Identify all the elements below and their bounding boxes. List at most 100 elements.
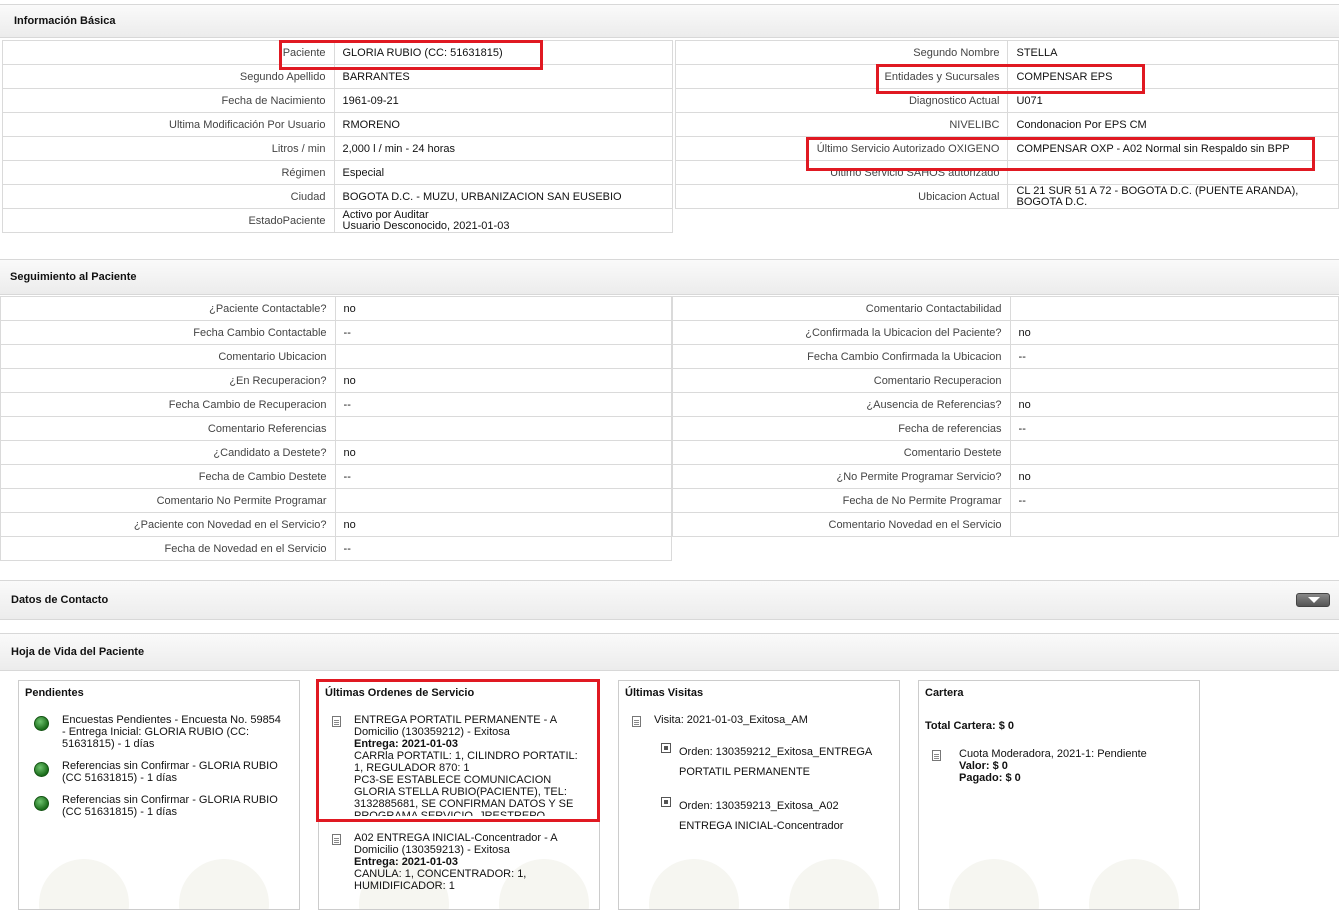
ciudad-label: Ciudad — [2, 184, 335, 209]
chevron-down-icon[interactable] — [1296, 593, 1330, 607]
table-row: ¿En Recuperacion? no — [0, 368, 673, 393]
comentario-ubicacion-label: Comentario Ubicacion — [0, 344, 336, 369]
pendientes-card: Pendientes Encuestas Pendientes - Encues… — [18, 680, 300, 910]
table-row: ¿No Permite Programar Servicio? no — [672, 464, 1339, 489]
comentario-recuperacion-value — [1009, 368, 1339, 393]
contactable-value: no — [334, 296, 673, 321]
table-row: NIVELIBC Condonacion Por EPS CM — [674, 112, 1339, 137]
destete-value: no — [334, 440, 673, 465]
visita-orden-item[interactable]: Orden: 130359212_Exitosa_ENTREGA PORTATI… — [679, 742, 872, 782]
datos-contacto-title: Datos de Contacto — [11, 594, 109, 606]
fecha-destete-label: Fecha de Cambio Destete — [0, 464, 336, 489]
litros-label: Litros / min — [2, 136, 335, 161]
estado-line-2: Usuario Desconocido, 2021-01-03 — [342, 219, 510, 232]
fecha-recuperacion-value: -- — [334, 392, 673, 417]
info-basica-header: Información Básica — [0, 4, 1339, 38]
table-row: Comentario No Permite Programar — [0, 488, 673, 513]
hoja-vida-title: Hoja de Vida del Paciente — [11, 646, 145, 658]
table-row: Fecha de No Permite Programar -- — [672, 488, 1339, 513]
ultima-modificacion-label: Ultima Modificación Por Usuario — [2, 112, 335, 137]
ciudad-value: BOGOTA D.C. - MUZU, URBANIZACION SAN EUS… — [333, 184, 673, 209]
fecha-confirmada-value: -- — [1009, 344, 1339, 369]
status-ok-icon — [34, 762, 49, 777]
comentario-recuperacion-label: Comentario Recuperacion — [672, 368, 1011, 393]
table-row: Fecha de Cambio Destete -- — [0, 464, 673, 489]
seguimiento-right-table: Comentario Contactabilidad ¿Confirmada l… — [672, 296, 1339, 537]
visitas-card: Últimas Visitas Visita: 2021-01-03_Exito… — [618, 680, 900, 910]
table-row: Ultimo Servicio SAHOS autorizado — [674, 160, 1339, 185]
table-row: ¿Paciente Contactable? no — [0, 296, 673, 321]
regimen-value: Especial — [333, 160, 673, 185]
table-row: Ciudad BOGOTA D.C. - MUZU, URBANIZACION S… — [2, 184, 673, 209]
paciente-value: GLORIA RUBIO (CC: 51631815) — [333, 40, 673, 65]
fecha-contactable-label: Fecha Cambio Contactable — [0, 320, 336, 345]
paciente-label: Paciente — [2, 40, 335, 65]
comentario-contactabilidad-label: Comentario Contactabilidad — [672, 296, 1011, 321]
servicio-sahos-value — [1007, 160, 1339, 185]
ubicacion-line-2: BOGOTA D.C. — [1016, 195, 1088, 208]
comentario-contactabilidad-value — [1009, 296, 1339, 321]
table-row: Fecha Cambio de Recuperacion -- — [0, 392, 673, 417]
visita-orden-item[interactable]: Orden: 130359213_Exitosa_A02 ENTREGA INI… — [679, 796, 843, 836]
orden-item[interactable]: ENTREGA PORTATIL PERMANENTE - A Domicili… — [354, 714, 578, 816]
segundo-apellido-label: Segundo Apellido — [2, 64, 335, 89]
table-row: Paciente GLORIA RUBIO (CC: 51631815) — [2, 40, 673, 65]
table-row: Comentario Destete — [672, 440, 1339, 465]
fecha-nacimiento-label: Fecha de Nacimiento — [2, 88, 335, 113]
visitas-title: Últimas Visitas — [625, 687, 704, 699]
table-row: Fecha Cambio Confirmada la Ubicacion -- — [672, 344, 1339, 369]
fecha-no-permite-label: Fecha de No Permite Programar — [672, 488, 1011, 513]
table-row: Fecha Cambio Contactable -- — [0, 320, 673, 345]
fecha-referencias-value: -- — [1009, 416, 1339, 441]
comentario-referencias-label: Comentario Referencias — [0, 416, 336, 441]
fecha-novedad-label: Fecha de Novedad en el Servicio — [0, 536, 336, 561]
servicio-oxigeno-label: Último Servicio Autorizado OXIGENO — [674, 136, 1009, 161]
info-basica-title: Información Básica — [14, 15, 116, 27]
seguimiento-title: Seguimiento al Paciente — [10, 271, 137, 283]
table-row: Fecha de Novedad en el Servicio -- — [0, 536, 673, 561]
cartera-item[interactable]: Cuota Moderadora, 2021-1: Pendiente Valo… — [959, 748, 1147, 784]
info-basica-left-table: Paciente GLORIA RUBIO (CC: 51631815) Segu… — [2, 40, 673, 233]
fecha-novedad-value: -- — [334, 536, 673, 561]
table-row: ¿Paciente con Novedad en el Servicio? no — [0, 512, 673, 537]
comentario-no-permite-label: Comentario No Permite Programar — [0, 488, 336, 513]
entidades-label: Entidades y Sucursales — [674, 64, 1009, 89]
document-icon — [932, 750, 941, 761]
table-row: Comentario Referencias — [0, 416, 673, 441]
table-row: Comentario Novedad en el Servicio — [672, 512, 1339, 537]
confirmada-ubicacion-label: ¿Confirmada la Ubicacion del Paciente? — [672, 320, 1011, 345]
table-row: Régimen Especial — [2, 160, 673, 185]
datos-contacto-header[interactable]: Datos de Contacto — [0, 580, 1339, 620]
table-row: Fecha de referencias -- — [672, 416, 1339, 441]
pendiente-item[interactable]: Referencias sin Confirmar - GLORIA RUBIO… — [62, 760, 278, 784]
destete-label: ¿Candidato a Destete? — [0, 440, 336, 465]
segundo-nombre-value: STELLA — [1007, 40, 1339, 65]
status-ok-icon — [34, 796, 49, 811]
confirmada-ubicacion-value: no — [1009, 320, 1339, 345]
ubicacion-label: Ubicacion Actual — [674, 184, 1009, 209]
table-row: Diagnostico Actual U071 — [674, 88, 1339, 113]
table-row: Entidades y Sucursales COMPENSAR EPS — [674, 64, 1339, 89]
recuperacion-value: no — [334, 368, 673, 393]
orden-item[interactable]: A02 ENTREGA INICIAL-Concentrador - A Dom… — [354, 832, 558, 892]
pendiente-item[interactable]: Encuestas Pendientes - Encuesta No. 5985… — [62, 714, 281, 750]
segundo-nombre-label: Segundo Nombre — [674, 40, 1009, 65]
recuperacion-label: ¿En Recuperacion? — [0, 368, 336, 393]
seguimiento-left-table: ¿Paciente Contactable? no Fecha Cambio Co… — [0, 296, 673, 561]
estado-paciente-value: Activo por Auditar Usuario Desconocido, 2… — [333, 208, 673, 233]
hoja-vida-header: Hoja de Vida del Paciente — [0, 633, 1339, 671]
visita-item[interactable]: Visita: 2021-01-03_Exitosa_AM — [654, 714, 808, 726]
regimen-label: Régimen — [2, 160, 335, 185]
ordenes-title: Últimas Ordenes de Servicio — [325, 687, 475, 699]
pendiente-item[interactable]: Referencias sin Confirmar - GLORIA RUBIO… — [62, 794, 278, 818]
table-row: Segundo Nombre STELLA — [674, 40, 1339, 65]
document-icon — [632, 716, 641, 727]
ubicacion-value: CL 21 SUR 51 A 72 - BOGOTA D.C. (PUENTE … — [1007, 184, 1339, 209]
servicio-sahos-label: Ultimo Servicio SAHOS autorizado — [674, 160, 1009, 185]
cartera-title: Cartera — [925, 687, 964, 699]
table-row: Fecha de Nacimiento 1961-09-21 — [2, 88, 673, 113]
table-row: Comentario Ubicacion — [0, 344, 673, 369]
order-icon — [661, 797, 671, 807]
contactable-label: ¿Paciente Contactable? — [0, 296, 336, 321]
estado-paciente-label: EstadoPaciente — [2, 208, 335, 233]
